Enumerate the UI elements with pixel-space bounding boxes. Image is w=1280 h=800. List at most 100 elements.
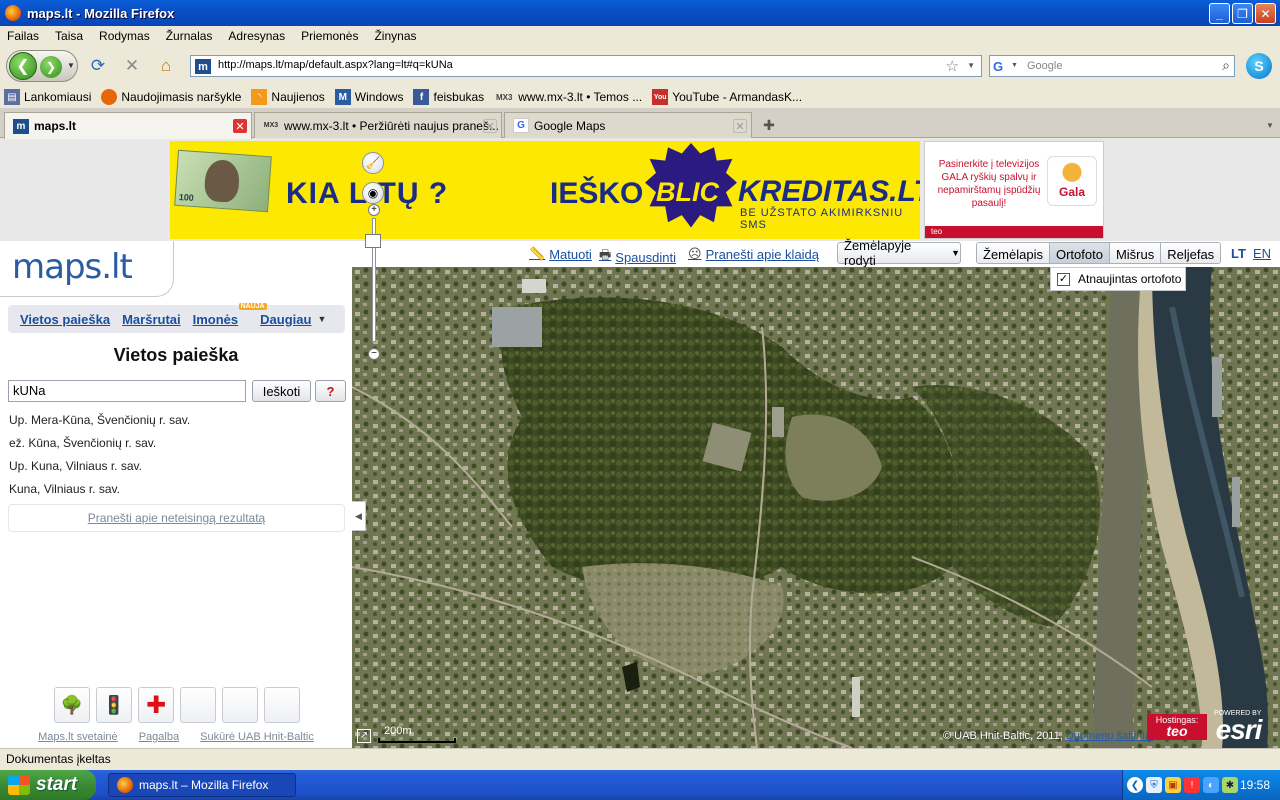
tray-shield-icon[interactable]: ⛨ [1146,777,1162,793]
menu-rodymas[interactable]: Rodymas [99,29,150,43]
red-cross-icon[interactable]: ✚ [138,687,174,723]
print-tool[interactable]: 🖶 Spausdinti [599,246,676,268]
copyright-text: © UAB Hnit-Baltic, 2011, [943,730,1063,742]
site-logo[interactable]: maps.lt [12,247,133,287]
tab-bar: m maps.lt ✕ MX3 www.mx-3.lt • Peržiūrėti… [0,108,1280,139]
system-tray: ❮ ⛨ ▣ ! ◐ ✱ 19:58 [1122,770,1280,800]
blic-kreditas-banner[interactable]: 100 KIA LITŲ ? IEŠKO BLIC KREDITAS.LT BE… [170,141,920,239]
menu-zurnalas[interactable]: Žurnalas [166,29,213,43]
nav-marsrutai[interactable]: Maršrutai [122,312,181,327]
result-item[interactable]: Up. Kuna, Vilniaus r. sav. [9,457,190,480]
result-item[interactable]: Up. Mera-Kūna, Švenčionių r. sav. [9,411,190,434]
reload-icon[interactable]: ⟳ [88,56,108,76]
search-engine-dropdown-icon[interactable]: ▼ [1011,62,1018,69]
new-tab-icon[interactable]: ✚ [756,114,782,136]
list-all-tabs-icon[interactable]: ▼ [1262,114,1278,136]
start-button[interactable]: start [0,770,96,800]
tab-mx3[interactable]: MX3 www.mx-3.lt • Peržiūrėti naujus pran… [254,112,502,138]
search-input[interactable]: kUNa [8,380,246,402]
close-button[interactable]: ✕ [1255,3,1276,24]
show-on-map-dropdown[interactable]: Žemėlapyje rodyti ▼ [837,238,961,268]
maximize-button[interactable]: ❐ [1232,3,1253,24]
lithuania-overview-icon[interactable]: ◉ [362,182,384,204]
map-canvas[interactable] [352,267,1280,748]
mode-zemelapis[interactable]: Žemėlapis [977,243,1050,263]
scale-label: 200m [384,725,412,737]
google-icon[interactable]: G [993,59,1009,74]
report-error-tool[interactable]: ☹ Pranešti apie klaidą [688,246,819,262]
nav-imones[interactable]: Imonės NAUJA [192,302,267,327]
tray-folder-icon[interactable]: ▣ [1165,777,1181,793]
footer-link-site[interactable]: Maps.lt svetainė [38,731,117,743]
bookmark-star-icon[interactable]: ☆ [946,57,959,75]
bookmark-windows[interactable]: M Windows [334,89,403,105]
tab-close-icon[interactable]: ✕ [233,119,247,133]
back-button[interactable]: ❮ [9,52,37,80]
menu-taisa[interactable]: Taisa [55,29,83,43]
zoom-slider-handle[interactable] [365,234,381,248]
report-wrong-result-link[interactable]: Pranešti apie neteisingą rezultatą [8,504,345,532]
url-bar[interactable]: m http://maps.lt/map/default.aspx?lang=l… [190,55,982,77]
tree-warning-icon[interactable]: 🌳 [54,687,90,723]
gala-banner[interactable]: Pasinerkite į televizijos GALA ryškių sp… [924,141,1104,239]
broom-clear-icon[interactable]: 🧹 [362,152,384,174]
traffic-light-icon[interactable]: 🚦 [96,687,132,723]
zoom-out-icon[interactable]: − [368,348,380,360]
tab-maps-lt[interactable]: m maps.lt ✕ [4,112,252,139]
forward-button[interactable]: ❯ [40,56,62,78]
updated-ortho-checkbox[interactable]: ✓ Atnaujintas ortofoto [1050,267,1186,291]
footer-link-creator[interactable]: Sukūrė UAB Hnit-Baltic [200,731,314,743]
result-item[interactable]: ež. Kūna, Švenčionių r. sav. [9,434,190,457]
menu-failas[interactable]: Failas [7,29,39,43]
chevron-down-icon[interactable]: ▼ [317,314,326,324]
aerial-photo [352,267,1280,748]
mode-misrus[interactable]: Mišrus [1109,243,1162,263]
history-dropdown-icon[interactable]: ▼ [67,61,75,70]
bookmark-mx3[interactable]: MX3 www.mx-3.lt • Temos ... [494,89,642,105]
bookmark-feisbukas[interactable]: f feisbukas [413,89,484,105]
bookmark-naudojimasis[interactable]: Naudojimasis naršykle [101,89,241,105]
bookmark-youtube[interactable]: You YouTube - ArmandasK... [652,89,802,105]
measure-tool[interactable]: 📏 Matuoti [529,246,592,262]
esri-logo[interactable]: POWERED BY esri [1214,710,1262,744]
nav-imones-label: Imonės [192,311,239,327]
tray-network-icon[interactable]: ◐ [1203,777,1219,793]
tab-close-icon[interactable]: ✕ [483,119,497,133]
fullscreen-icon[interactable]: ↗ [357,729,371,743]
nav-daugiau[interactable]: Daugiau [260,312,311,327]
help-button[interactable]: ? [315,380,346,402]
menu-adresynas[interactable]: Adresynas [228,29,285,43]
collapse-sidebar-icon[interactable]: ◀ [352,501,366,531]
hosting-badge[interactable]: Hostingas: teo [1147,714,1207,740]
search-button[interactable]: Ieškoti [252,380,311,402]
menu-priemones[interactable]: Priemonės [301,29,358,43]
tray-alert-icon[interactable]: ! [1184,777,1200,793]
result-item[interactable]: Kuna, Vilniaus r. sav. [9,480,190,503]
url-dropdown-icon[interactable]: ▼ [967,61,975,70]
bookmark-lankomiausi[interactable]: ▤ Lankomiausi [4,89,91,105]
lang-lt[interactable]: LT [1231,246,1246,261]
search-bar[interactable]: G ▼ Google ⌕ [989,55,1235,77]
nav-vietos-paieska[interactable]: Vietos paieška [20,312,110,327]
mode-reljefas[interactable]: Reljefas [1161,243,1221,263]
tray-arrow-icon[interactable]: ❮ [1127,777,1143,793]
skype-icon[interactable]: S [1246,53,1272,79]
tab-close-icon[interactable]: ✕ [733,119,747,133]
minimize-button[interactable]: _ [1209,3,1230,24]
empty-layer-slot [222,687,258,723]
tray-wifi-icon[interactable]: ✱ [1222,777,1238,793]
map-copyright: © UAB Hnit-Baltic, 2011, Duomenų šaltini… [943,730,1153,742]
search-icon[interactable]: ⌕ [1222,57,1230,74]
clock: 19:58 [1239,778,1270,792]
menu-zinynas[interactable]: Žinynas [374,29,416,43]
footer-link-help[interactable]: Pagalba [139,731,179,743]
zoom-in-icon[interactable]: + [368,204,380,216]
bookmark-naujienos[interactable]: ◝ Naujienos [251,89,325,105]
mode-ortofoto[interactable]: Ortofoto [1049,243,1110,263]
data-sources-link[interactable]: Duomenų šaltiniai [1066,730,1153,742]
stop-icon[interactable]: ✕ [122,56,142,76]
lang-en[interactable]: EN [1253,246,1271,261]
home-icon[interactable]: ⌂ [156,56,176,76]
taskbar-window-firefox[interactable]: maps.lt – Mozilla Firefox [108,773,296,797]
tab-google-maps[interactable]: G Google Maps ✕ [504,112,752,138]
